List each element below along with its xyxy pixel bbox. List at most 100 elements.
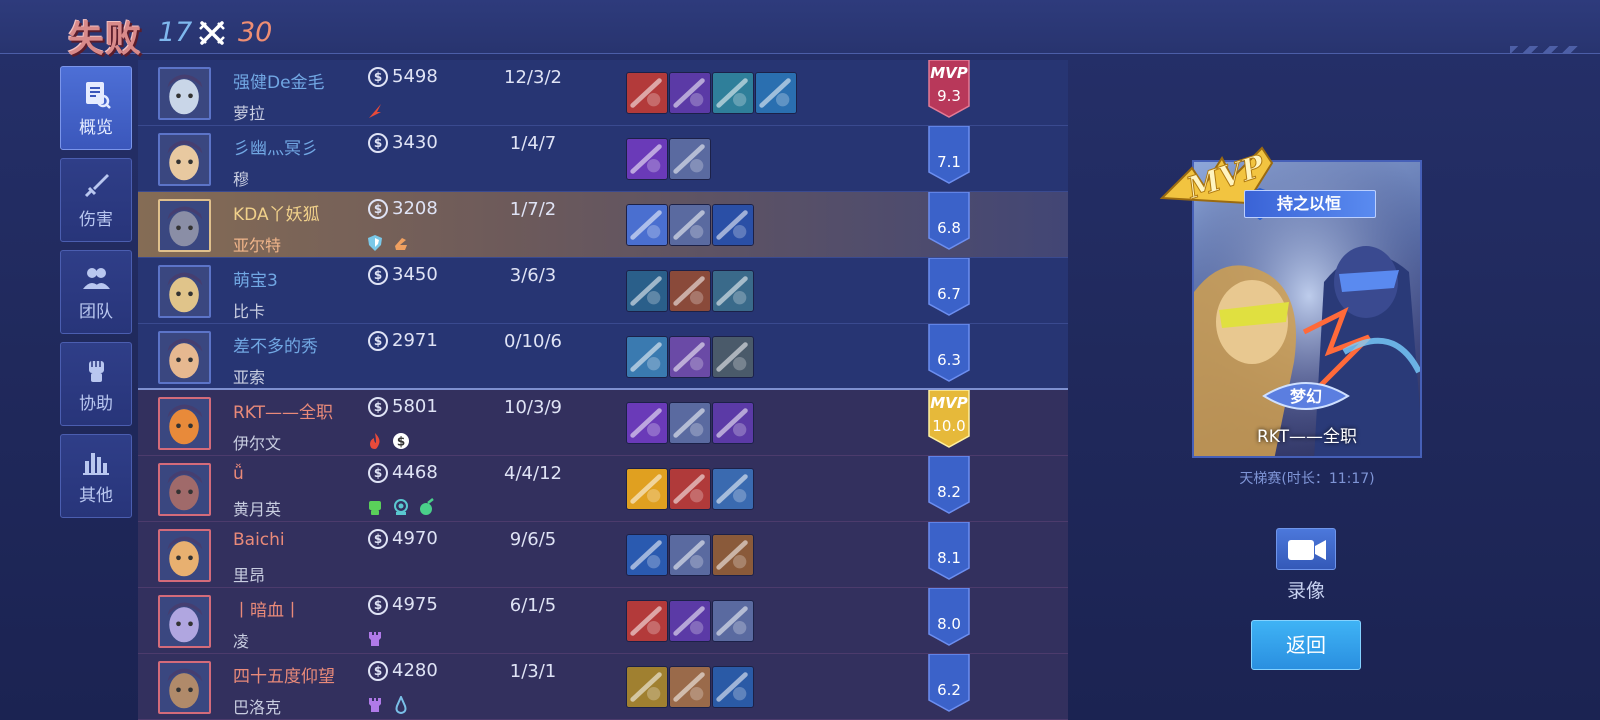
player-row[interactable]: 差不多的秀 亚索 $2971 0/10/6 6.3 bbox=[138, 324, 1068, 390]
equipment-item-icon bbox=[669, 270, 711, 312]
gold-amount: $3430 bbox=[368, 132, 438, 153]
player-table: 强健De金毛 萝拉 $5498 12/3/2 MVP 9.3 彡幽灬冥彡穆 $3430 1/4/… bbox=[138, 60, 1068, 720]
skin-emblem-icon: 梦幻 bbox=[1262, 382, 1350, 410]
rating-badge: 8.2 bbox=[928, 456, 970, 514]
rating-badge: 6.3 bbox=[928, 324, 970, 382]
sidebar-tab-label: 其他 bbox=[79, 485, 113, 506]
hero-name: 凌 bbox=[233, 632, 250, 651]
player-row[interactable]: 萌宝3 比卡 $3450 3/6/3 6.7 bbox=[138, 258, 1068, 324]
equipment-list bbox=[626, 204, 754, 246]
rating-score: 9.3 bbox=[937, 87, 961, 105]
sword-icon bbox=[81, 171, 111, 201]
gold-coin-icon: $ bbox=[392, 432, 410, 450]
header-decoration bbox=[1510, 46, 1580, 54]
kda-stat: 12/3/2 bbox=[504, 67, 562, 88]
rating-badge: MVP 10.0 bbox=[928, 390, 970, 448]
hero-name: 巴洛克 bbox=[233, 698, 282, 717]
player-row[interactable]: KDA丫妖狐 亚尔特 $3208 1/7/2 6.8 bbox=[138, 192, 1068, 258]
potion-green-icon bbox=[418, 498, 436, 516]
hero-avatar[interactable] bbox=[158, 529, 211, 582]
coin-icon: $ bbox=[368, 264, 388, 285]
honor-tag: 持之以恒 bbox=[1244, 190, 1376, 218]
hero-avatar[interactable] bbox=[158, 463, 211, 516]
hero-avatar[interactable] bbox=[158, 595, 211, 648]
gold-value: 3208 bbox=[392, 198, 438, 219]
sidebar-tab-1[interactable]: 伤害 bbox=[60, 158, 132, 242]
gold-amount: $4468 bbox=[368, 462, 438, 483]
player-name: 差不多的秀 bbox=[233, 337, 318, 357]
sidebar-tab-4[interactable]: 其他 bbox=[60, 434, 132, 518]
kda-stat: 9/6/5 bbox=[509, 529, 557, 550]
equipment-item-icon bbox=[669, 204, 711, 246]
player-row[interactable]: RKT——全职 伊尔文 $5801 $10/3/9 MVP 10.0 bbox=[138, 390, 1068, 456]
crossed-swords-icon bbox=[199, 21, 225, 45]
player-row[interactable]: 丨暗血丨凌 $4975 6/1/5 8.0 bbox=[138, 588, 1068, 654]
mvp-label: MVP bbox=[930, 64, 968, 82]
equipment-item-icon bbox=[712, 666, 754, 708]
sidebar-tab-2[interactable]: 团队 bbox=[60, 250, 132, 334]
hero-name: 伊尔文 bbox=[233, 434, 282, 453]
equipment-list bbox=[626, 138, 711, 180]
equipment-item-icon bbox=[669, 534, 711, 576]
rating-score: 7.1 bbox=[937, 153, 961, 171]
rating-badge: 8.1 bbox=[928, 522, 970, 580]
player-row[interactable]: 四十五度仰望 巴洛克 $4280 1/3/1 6.2 bbox=[138, 654, 1068, 720]
gold-value: 3450 bbox=[392, 264, 438, 285]
hero-avatar[interactable] bbox=[158, 133, 211, 186]
player-row[interactable]: 强健De金毛 萝拉 $5498 12/3/2 MVP 9.3 bbox=[138, 60, 1068, 126]
gold-value: 4280 bbox=[392, 660, 438, 681]
equipment-list bbox=[626, 534, 754, 576]
record-replay-button[interactable] bbox=[1276, 528, 1336, 570]
equipment-item-icon bbox=[712, 468, 754, 510]
hero-name: 亚尔特 bbox=[233, 236, 282, 255]
equipment-item-icon bbox=[669, 468, 711, 510]
kda-stat: 6/1/5 bbox=[509, 595, 557, 616]
equipment-list bbox=[626, 600, 754, 642]
gold-amount: $3450 bbox=[368, 264, 438, 285]
gold-amount: $2971 bbox=[368, 330, 438, 351]
equipment-list bbox=[626, 270, 754, 312]
equipment-item-icon bbox=[626, 336, 668, 378]
player-row[interactable]: Baichi 里昂 $4970 9/6/5 8.1 bbox=[138, 522, 1068, 588]
equipment-item-icon bbox=[712, 270, 754, 312]
bar-chart-icon bbox=[81, 447, 111, 477]
back-button[interactable]: 返回 bbox=[1251, 620, 1361, 670]
sidebar-tab-3[interactable]: 协助 bbox=[60, 342, 132, 426]
kda-stat: 1/4/7 bbox=[509, 133, 557, 154]
player-row[interactable]: 彡幽灬冥彡穆 $3430 1/4/7 7.1 bbox=[138, 126, 1068, 192]
rating-badge: 6.2 bbox=[928, 654, 970, 712]
svg-text:$: $ bbox=[397, 435, 405, 449]
fist-icon bbox=[81, 355, 111, 385]
gold-amount: $3208 bbox=[368, 198, 438, 219]
player-row[interactable]: ǚ 黄月英 $4468 4/4/12 8.2 bbox=[138, 456, 1068, 522]
sidebar-tab-label: 协助 bbox=[79, 393, 113, 414]
gold-amount: $5801 bbox=[368, 396, 438, 417]
rating-score: 6.8 bbox=[937, 219, 961, 237]
rating-score: 6.2 bbox=[937, 681, 961, 699]
gold-value: 3430 bbox=[392, 132, 438, 153]
sidebar-tab-0[interactable]: 概览 bbox=[60, 66, 132, 150]
rating-badge: 8.0 bbox=[928, 588, 970, 646]
equipment-item-icon bbox=[626, 402, 668, 444]
coin-icon: $ bbox=[368, 330, 388, 351]
coin-icon: $ bbox=[368, 528, 388, 549]
rating-badge: MVP 9.3 bbox=[928, 60, 970, 118]
player-name: Baichi bbox=[233, 530, 285, 550]
coin-icon: $ bbox=[368, 396, 388, 417]
player-name: RKT——全职 bbox=[233, 403, 334, 423]
hero-avatar[interactable] bbox=[158, 67, 211, 120]
hero-avatar[interactable] bbox=[158, 661, 211, 714]
equipment-item-icon bbox=[712, 600, 754, 642]
blue-team-score: 17 bbox=[158, 17, 193, 48]
achievement-badges bbox=[366, 498, 436, 516]
equipment-item-icon bbox=[626, 270, 668, 312]
hero-avatar[interactable] bbox=[158, 265, 211, 318]
hero-avatar[interactable] bbox=[158, 199, 211, 252]
equipment-item-icon bbox=[669, 72, 711, 114]
player-name: 丨暗血丨 bbox=[233, 601, 301, 621]
hero-avatar[interactable] bbox=[158, 397, 211, 450]
hero-avatar[interactable] bbox=[158, 331, 211, 384]
team-icon bbox=[81, 263, 111, 293]
achievement-badges bbox=[366, 630, 384, 648]
player-name: ǚ bbox=[233, 464, 244, 484]
